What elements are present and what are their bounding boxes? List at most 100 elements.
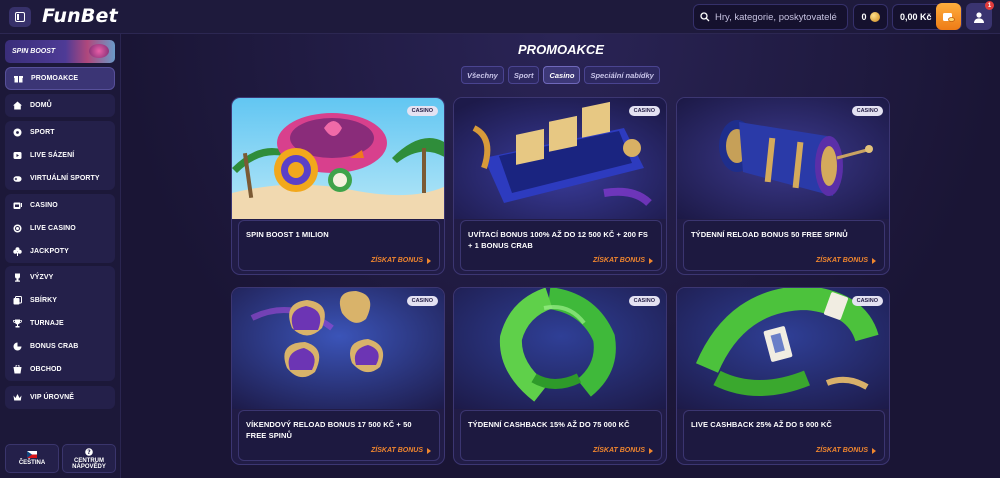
sidebar-item-jackpoty[interactable]: JACKPOTY <box>5 240 115 263</box>
sidebar-item-sport[interactable]: SPORT <box>5 121 115 144</box>
spin-boost-label: SPIN BOOST <box>12 48 56 55</box>
gift-icon <box>14 74 23 83</box>
sidebar-item-label: VIRTUÁLNÍ SPORTY <box>30 175 100 182</box>
category-badge: CASINO <box>851 106 883 116</box>
sidebar-item-label: LIVE CASINO <box>30 225 76 232</box>
live-icon <box>13 151 22 160</box>
get-bonus-link[interactable]: ZÍSKAT BONUS <box>593 447 653 454</box>
clover-icon <box>13 247 22 256</box>
promo-card[interactable]: CASINO SPIN BOOST 1 MILION ZÍSKAT BONUS <box>231 97 445 275</box>
tab-specialni-nabidky[interactable]: Speciální nabídky <box>584 66 660 84</box>
promo-card[interactable]: CASINO TÝDENNÍ RELOAD BONUS 50 FREE SPIN… <box>676 97 890 275</box>
get-bonus-link[interactable]: ZÍSKAT BONUS <box>371 257 431 264</box>
sidebar-item-label: BONUS CRAB <box>30 343 79 350</box>
sidebar-item-promoakce[interactable]: PROMOAKCE <box>5 67 115 90</box>
sidebar-item-label: OBCHOD <box>30 366 62 373</box>
promo-card-info: SPIN BOOST 1 MILION ZÍSKAT BONUS <box>238 220 440 271</box>
coins-value: 0 <box>861 12 867 22</box>
page-title: PROMOAKCE <box>518 42 604 57</box>
sidebar: SPIN BOOST PROMOAKCE DOMŮ SPORT LIVE SÁZ… <box>0 34 121 478</box>
crown-icon <box>13 393 22 402</box>
sidebar-item-turnaje[interactable]: TURNAJE <box>5 312 115 335</box>
sidebar-item-casino[interactable]: CASINO <box>5 194 115 217</box>
get-bonus-label: ZÍSKAT BONUS <box>371 257 423 264</box>
promo-card-info: TÝDENNÍ CASHBACK 15% AŽ DO 75 000 KČ ZÍS… <box>460 410 662 461</box>
category-badge: CASINO <box>851 296 883 306</box>
language-button[interactable]: ČEŠTINA <box>5 444 59 473</box>
promo-card-image <box>454 288 666 409</box>
promo-card-info: VÍKENDOVÝ RELOAD BONUS 17 500 KČ + 50 FR… <box>238 410 440 461</box>
category-badge: CASINO <box>628 296 660 306</box>
promo-title: TÝDENNÍ CASHBACK 15% AŽ DO 75 000 KČ <box>468 420 630 429</box>
promo-title: UVÍTACÍ BONUS 100% AŽ DO 12 500 KČ + 200… <box>468 230 648 250</box>
promo-card[interactable]: CASINO TÝDENNÍ CASHBACK 15% AŽ DO 75 000… <box>453 287 667 465</box>
sidebar-item-domu[interactable]: DOMŮ <box>5 94 115 117</box>
tab-sport[interactable]: Sport <box>507 66 540 84</box>
spin-boost-chip-icon <box>89 44 109 58</box>
spin-boost-banner[interactable]: SPIN BOOST <box>5 40 115 63</box>
sidebar-item-live-casino[interactable]: LIVE CASINO <box>5 217 115 240</box>
sidebar-item-virtualni-sporty[interactable]: VIRTUÁLNÍ SPORTY <box>5 167 115 190</box>
sidebar-item-label: VIP ÚROVNĚ <box>30 394 75 401</box>
arrow-right-icon <box>872 447 876 454</box>
sidebar-item-vip-urovne[interactable]: VIP ÚROVNĚ <box>5 386 115 409</box>
category-badge: CASINO <box>406 296 438 306</box>
promo-filter-tabs: Všechny Sport Casino Speciální nabídky <box>461 66 660 84</box>
help-center-button[interactable]: ? CENTRUM NÁPOVĚDY <box>62 444 116 473</box>
sidebar-item-bonus-crab[interactable]: BONUS CRAB <box>5 335 115 358</box>
sidebar-group-extras: VÝZVY SBÍRKY TURNAJE BONUS CRAB OBCHOD <box>5 266 115 381</box>
czech-flag-icon <box>27 451 37 458</box>
sidebar-toggle-icon <box>15 12 25 22</box>
promo-card-image <box>677 98 889 219</box>
language-label: ČEŠTINA <box>18 460 46 466</box>
top-bar: FunBet 0 0,00 Kč 1 <box>0 0 1000 34</box>
logo[interactable]: FunBet <box>42 5 118 27</box>
crab-icon <box>13 342 22 351</box>
promo-title: LIVE CASHBACK 25% AŽ DO 5 000 KČ <box>691 420 832 429</box>
wallet-button[interactable] <box>936 3 961 30</box>
sidebar-item-obchod[interactable]: OBCHOD <box>5 358 115 381</box>
search-box[interactable] <box>693 4 848 30</box>
get-bonus-link[interactable]: ZÍSKAT BONUS <box>816 257 876 264</box>
home-icon <box>13 101 22 110</box>
get-bonus-label: ZÍSKAT BONUS <box>816 447 868 454</box>
sidebar-item-label: CASINO <box>30 202 58 209</box>
coins-balance[interactable]: 0 <box>853 4 888 30</box>
search-input[interactable] <box>715 11 840 23</box>
notification-badge: 1 <box>985 1 994 10</box>
sidebar-item-label: TURNAJE <box>30 320 64 327</box>
search-icon <box>700 12 710 22</box>
help-label-line2: NÁPOVĚDY <box>72 463 106 470</box>
tab-casino[interactable]: Casino <box>543 66 581 84</box>
shop-icon <box>13 365 22 374</box>
category-badge: CASINO <box>628 106 660 116</box>
ball-icon <box>13 128 22 137</box>
sidebar-item-sbirky[interactable]: SBÍRKY <box>5 289 115 312</box>
get-bonus-label: ZÍSKAT BONUS <box>816 257 868 264</box>
user-button[interactable]: 1 <box>966 1 994 30</box>
sidebar-item-live-sazeni[interactable]: LIVE SÁZENÍ <box>5 144 115 167</box>
sidebar-toggle-button[interactable] <box>9 7 31 27</box>
promo-card[interactable]: CASINO UVÍTACÍ BONUS 100% AŽ DO 12 500 K… <box>453 97 667 275</box>
help-icon: ? <box>85 447 93 456</box>
sidebar-item-vyzvy[interactable]: VÝZVY <box>5 266 115 289</box>
sidebar-group-promo: PROMOAKCE <box>5 67 115 90</box>
get-bonus-label: ZÍSKAT BONUS <box>593 447 645 454</box>
tab-vsechny[interactable]: Všechny <box>461 66 504 84</box>
get-bonus-link[interactable]: ZÍSKAT BONUS <box>593 257 653 264</box>
sidebar-item-label: VÝZVY <box>30 274 54 281</box>
get-bonus-label: ZÍSKAT BONUS <box>593 257 645 264</box>
wallet-icon <box>943 12 955 22</box>
challenge-icon <box>13 273 22 282</box>
get-bonus-link[interactable]: ZÍSKAT BONUS <box>816 447 876 454</box>
main-content: PROMOAKCE Všechny Sport Casino Speciální… <box>122 34 1000 478</box>
promo-card[interactable]: CASINO LIVE CASHBACK 25% AŽ DO 5 000 KČ … <box>676 287 890 465</box>
svg-text:?: ? <box>87 449 91 456</box>
promo-card-image <box>232 288 444 409</box>
get-bonus-link[interactable]: ZÍSKAT BONUS <box>371 447 431 454</box>
promo-card-info: UVÍTACÍ BONUS 100% AŽ DO 12 500 KČ + 200… <box>460 220 662 271</box>
sidebar-group-sport: SPORT LIVE SÁZENÍ VIRTUÁLNÍ SPORTY <box>5 121 115 190</box>
arrow-right-icon <box>649 447 653 454</box>
arrow-right-icon <box>649 257 653 264</box>
promo-card[interactable]: CASINO VÍKENDOVÝ RELOAD BONUS 17 500 KČ … <box>231 287 445 465</box>
